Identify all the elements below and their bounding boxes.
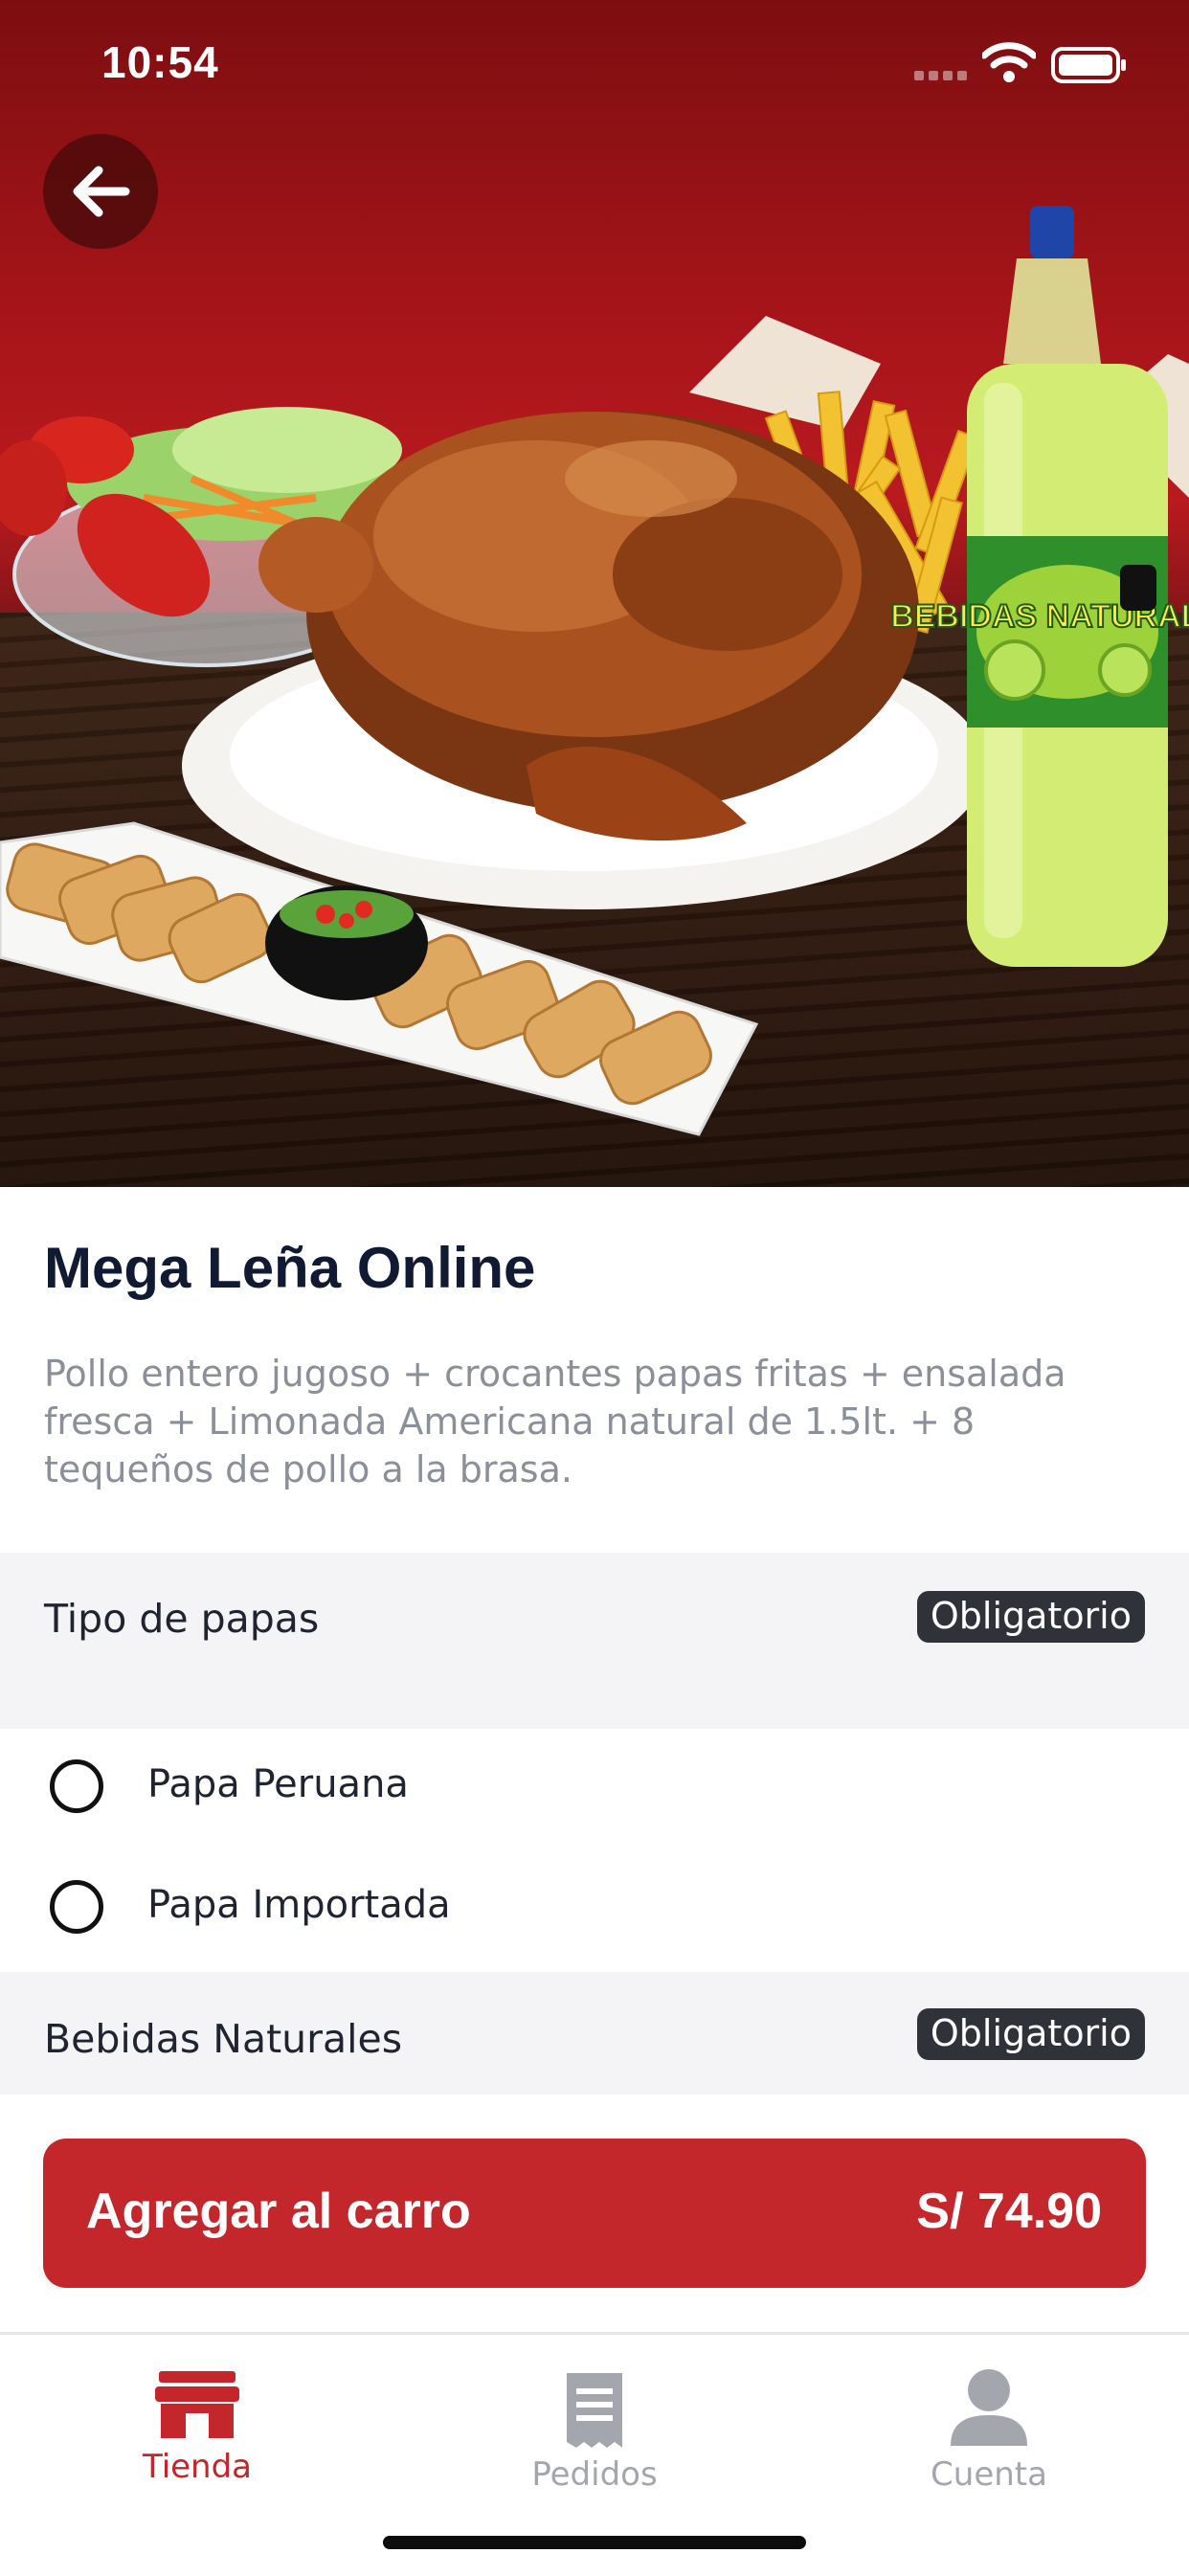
tab-label: Pedidos: [531, 2455, 658, 2494]
wifi-icon: [982, 42, 1036, 82]
option-papa-peruana[interactable]: Papa Peruana: [0, 1729, 1189, 1849]
status-bar: 10:54: [0, 0, 1189, 124]
status-time: 10:54: [101, 37, 219, 87]
receipt-icon: [567, 2373, 622, 2448]
option-label: Papa Importada: [147, 1883, 451, 1927]
tab-label: Tienda: [142, 2448, 253, 2486]
required-badge: Obligatorio: [916, 2008, 1145, 2060]
option-group-header-bebidas-naturales: Bebidas Naturales Obligatorio: [0, 1972, 1189, 2096]
product-info: Mega Leña Online Pollo entero jugoso + c…: [0, 1187, 1189, 1553]
battery-icon: [1051, 47, 1126, 83]
product-description: Pollo entero jugoso + crocantes papas fr…: [44, 1353, 1066, 1490]
tab-cuenta[interactable]: Cuenta: [845, 2335, 1133, 2526]
home-indicator[interactable]: [383, 2536, 806, 2549]
cart-price: S/ 74.90: [916, 2184, 1102, 2239]
option-papa-importada[interactable]: Papa Importada: [0, 1849, 1189, 1970]
tab-pedidos[interactable]: Pedidos: [451, 2335, 738, 2526]
option-group-title: Tipo de papas: [44, 1596, 320, 1642]
option-label: Papa Peruana: [147, 1762, 409, 1806]
store-icon: [155, 2371, 239, 2438]
required-badge: Obligatorio: [916, 1591, 1145, 1643]
back-button[interactable]: [43, 134, 158, 249]
signal-icon: [914, 71, 967, 80]
option-group-title: Bebidas Naturales: [44, 2016, 403, 2062]
cart-bar: Agregar al carro S/ 74.90: [0, 2094, 1189, 2334]
user-icon: [951, 2369, 1027, 2446]
food-illustration: BEBIDAS NATURALES: [0, 206, 1189, 1136]
add-to-cart-button[interactable]: Agregar al carro S/ 74.90: [43, 2139, 1146, 2288]
option-group-header-tipo-de-papas: Tipo de papas Obligatorio: [0, 1553, 1189, 1729]
radio-button[interactable]: [50, 1759, 103, 1813]
product-title: Mega Leña Online: [44, 1236, 536, 1300]
tab-tienda[interactable]: Tienda: [54, 2335, 341, 2526]
tab-label: Cuenta: [931, 2455, 1047, 2494]
arrow-left-icon: [73, 166, 130, 217]
add-to-cart-label: Agregar al carro: [86, 2184, 471, 2239]
radio-button[interactable]: [50, 1880, 103, 1934]
product-hero-image: BEBIDAS NATURALES 10:54: [0, 0, 1189, 1187]
